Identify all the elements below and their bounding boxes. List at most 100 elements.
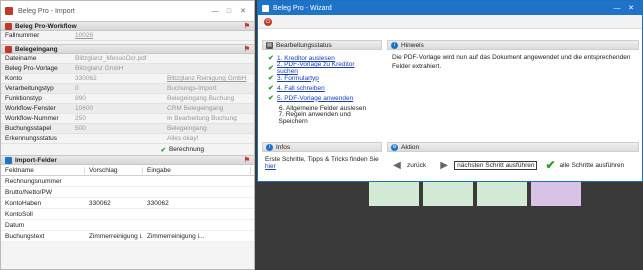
field-extra: Belegeingang Buchung bbox=[167, 95, 235, 102]
calculation-button[interactable]: ✔ Berechnung bbox=[1, 144, 254, 155]
action-icon: ⚙ bbox=[391, 143, 398, 151]
field-extra: CRM Belegeingang bbox=[167, 105, 224, 112]
pin-icon[interactable]: ⚑ bbox=[244, 45, 250, 53]
table-row[interactable]: Datum bbox=[1, 220, 254, 231]
field-value: 250 bbox=[75, 115, 86, 122]
infos-here-link[interactable]: hier bbox=[265, 163, 276, 170]
check-icon: ✔ bbox=[160, 146, 166, 154]
infos-text: Erste Schritte, Tipps & Tricks finden Si… bbox=[265, 156, 379, 163]
eingang-row: Workflow-Fenster 10600 CRM Belegeingang bbox=[1, 104, 254, 114]
inbox-icon bbox=[5, 45, 12, 53]
minimize-icon[interactable]: — bbox=[610, 5, 624, 12]
case-number-link[interactable]: 10026 bbox=[71, 32, 163, 39]
column-header-vorschlag[interactable]: Vorschlag bbox=[85, 166, 143, 174]
forward-arrow-icon[interactable]: ▶ bbox=[438, 159, 450, 171]
table-row[interactable]: Brutto/Netto/PW bbox=[1, 187, 254, 198]
check-all-icon[interactable]: ✔ bbox=[545, 158, 555, 172]
check-icon: ✔ bbox=[268, 75, 274, 82]
table-row[interactable]: Rechnungsnummer bbox=[1, 176, 254, 187]
workflow-icon bbox=[5, 22, 12, 30]
wizard-titlebar: Beleg Pro - Wizard — ✕ bbox=[258, 1, 642, 15]
table-row[interactable]: KontoHaben 330062 330062 bbox=[1, 198, 254, 209]
eingang-row: Konto 330062 Blitzglanz Reinigung GmbH bbox=[1, 74, 254, 84]
field-extra: In Bearbeitung Buchung bbox=[167, 115, 237, 122]
background-tile-1 bbox=[369, 180, 419, 206]
cell-eingabe[interactable]: 330062 bbox=[143, 200, 251, 207]
power-icon[interactable]: ⏻ bbox=[264, 17, 272, 26]
maximize-icon[interactable]: □ bbox=[222, 8, 236, 15]
wizard-step: ✔7. Regeln anwenden und Speichern bbox=[268, 111, 376, 125]
status-section-label: Bearbeitungsstatus bbox=[276, 41, 332, 49]
action-panel: ⚙ Aktion ◀ zurück ▶ nächsten Schritt aus… bbox=[387, 142, 639, 178]
cell-feldname: KontoSoll bbox=[5, 210, 33, 218]
infos-text-row: Erste Schritte, Tipps & Tricks finden Si… bbox=[262, 152, 382, 174]
felder-table-body: Rechnungsnummer Brutto/Netto/PW KontoHaben… bbox=[1, 176, 254, 242]
fields-icon bbox=[5, 156, 12, 164]
run-all-button[interactable]: alle Schritte ausführen bbox=[560, 162, 625, 169]
wizard-toolbar: ⏻ bbox=[258, 15, 642, 29]
table-row[interactable]: Buchungstext Zimmerreinigung i... Zimmerre… bbox=[1, 231, 254, 242]
cell-vorschlag: Zimmerreinigung i... bbox=[89, 232, 143, 240]
workflow-row: Fallnummer 10026 bbox=[1, 31, 254, 41]
table-row[interactable]: KontoSoll bbox=[1, 209, 254, 220]
status-panel: ▤ Bearbeitungsstatus ✔ 1. Kreditor ausles… bbox=[262, 40, 382, 126]
eingang-row: Dateiname Blitzglanz_MessoOcr.pdf bbox=[1, 54, 254, 64]
field-value: Blitzglanz_MessoOcr.pdf bbox=[75, 55, 147, 62]
field-value: 990 bbox=[75, 95, 86, 102]
cell-feldname: Brutto/Netto/PW bbox=[5, 188, 52, 196]
field-label: Verarbeitungstyp bbox=[5, 85, 54, 92]
background-tile-4 bbox=[531, 180, 581, 206]
field-value: 500 bbox=[75, 125, 86, 132]
action-panel-header: ⚙ Aktion bbox=[387, 142, 639, 152]
check-icon: ✔ bbox=[268, 95, 274, 102]
import-window-title: Beleg Pro - Import bbox=[18, 7, 75, 15]
hint-panel-header: i Hinweis bbox=[387, 40, 639, 50]
infos-panel: i Infos Erste Schritte, Tipps & Tricks f… bbox=[262, 142, 382, 174]
cell-feldname: KontoHaben bbox=[5, 199, 42, 207]
eingang-section-label: Belegeingang bbox=[15, 45, 58, 53]
workflow-section-label: Beleg Pro-Workflow bbox=[15, 22, 77, 30]
felder-table-header: Feldname Vorschlag Eingabe bbox=[1, 165, 254, 176]
back-arrow-icon[interactable]: ◀ bbox=[391, 159, 403, 171]
field-extra: Buchungs-Import bbox=[167, 85, 217, 92]
pin-icon[interactable]: ⚑ bbox=[244, 22, 250, 30]
check-icon: ✔ bbox=[268, 65, 274, 72]
field-extra[interactable]: Blitzglanz Reinigung GmbH bbox=[163, 75, 251, 82]
app-icon bbox=[262, 4, 269, 12]
field-value: 10600 bbox=[75, 105, 94, 112]
background-tile-3 bbox=[477, 180, 527, 206]
field-extra: Alles okay! bbox=[167, 135, 199, 142]
column-header-feldname[interactable]: Feldname bbox=[1, 166, 85, 174]
wizard-step: ✔ 2. PDF-Vorlage zu Kreditor suchen bbox=[268, 61, 376, 75]
cell-eingabe[interactable]: Zimmerreinigung i... bbox=[143, 233, 251, 240]
close-icon[interactable]: ✕ bbox=[624, 4, 638, 12]
close-icon[interactable]: ✕ bbox=[236, 7, 250, 15]
eingang-row: Workflow-Nummer 250 In Bearbeitung Buchung bbox=[1, 114, 254, 124]
felder-section-header[interactable]: Import-Felder ⚑ bbox=[1, 155, 254, 165]
infos-section-label: Infos bbox=[276, 143, 291, 151]
minimize-icon[interactable]: — bbox=[208, 8, 222, 15]
calculation-label: Berechnung bbox=[168, 146, 204, 153]
eingang-section-header[interactable]: Belegeingang ⚑ bbox=[1, 44, 254, 54]
hint-section-label: Hinweis bbox=[401, 41, 424, 49]
next-step-button[interactable]: nächsten Schritt ausführen bbox=[454, 160, 538, 170]
field-label: Dateiname bbox=[5, 55, 37, 62]
pin-icon[interactable]: ⚑ bbox=[244, 156, 250, 164]
step-label[interactable]: 4. Fall schreiben bbox=[277, 85, 325, 92]
step-label[interactable]: 3. Formulartyp bbox=[277, 75, 319, 82]
workflow-section-header[interactable]: Beleg Pro-Workflow ⚑ bbox=[1, 21, 254, 31]
wizard-step: ✔ 4. Fall schreiben bbox=[268, 83, 376, 93]
field-label: Beleg Pro-Vorlage bbox=[5, 65, 58, 72]
action-section-label: Aktion bbox=[401, 143, 420, 151]
eingang-row: Erkennungsstatus Alles okay! bbox=[1, 134, 254, 144]
eingang-rows: Dateiname Blitzglanz_MessoOcr.pdf Beleg Pr… bbox=[1, 54, 254, 144]
felder-section-label: Import-Felder bbox=[15, 156, 57, 164]
field-label: Konto bbox=[5, 75, 22, 82]
step-label[interactable]: 2. PDF-Vorlage zu Kreditor suchen bbox=[277, 61, 376, 75]
back-button[interactable]: zurück bbox=[407, 162, 426, 169]
column-header-eingabe[interactable]: Eingabe bbox=[143, 166, 251, 174]
field-value: 330062 bbox=[75, 75, 97, 82]
cell-feldname: Datum bbox=[5, 221, 25, 229]
step-label[interactable]: 5. PDF-Vorlage anwenden bbox=[277, 95, 353, 102]
field-label: Workflow-Nummer bbox=[5, 115, 59, 122]
